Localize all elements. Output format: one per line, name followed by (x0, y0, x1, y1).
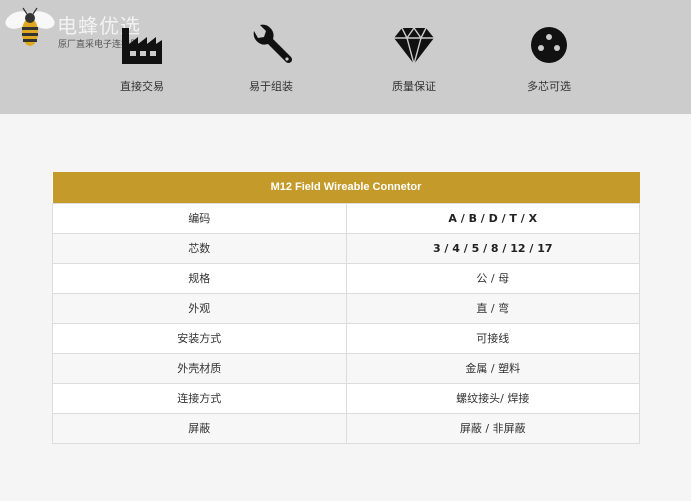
feature-label: 直接交易 (120, 80, 164, 93)
feature-label: 质量保证 (392, 80, 436, 93)
row-value: 直 / 弯 (345, 292, 640, 324)
feature-banner: 电蜂优选 原厂直采电子连接器 直接交易 易于组装 质量保证 多芯可选 (0, 0, 691, 114)
row-label: 规格 (52, 262, 347, 294)
row-value: 屏蔽 / 非屏蔽 (345, 412, 640, 444)
row-value: A / B / D / T / X (345, 202, 640, 234)
row-label: 芯数 (52, 232, 347, 264)
row-label: 外壳材质 (52, 352, 347, 384)
table-title: M12 Field Wireable Connetor (52, 172, 640, 203)
spec-table: M12 Field Wireable Connetor 编码 A / B / D… (52, 172, 640, 444)
table-row: 安装方式 可接线 (52, 322, 640, 354)
table-row: 规格 公 / 母 (52, 262, 640, 294)
bee-logo-icon (5, 7, 55, 46)
row-value: 公 / 母 (345, 262, 640, 294)
row-label: 安装方式 (52, 322, 347, 354)
row-label: 编码 (52, 202, 347, 234)
table-row: 编码 A / B / D / T / X (52, 202, 640, 234)
table-row: 芯数 3 / 4 / 5 / 8 / 12 / 17 (52, 232, 640, 264)
diamond-icon (394, 26, 434, 66)
row-label: 外观 (52, 292, 347, 324)
row-value: 金属 / 塑料 (345, 352, 640, 384)
feature-label: 易于组装 (249, 80, 293, 93)
feature-easy-assembly: 易于组装 (226, 24, 316, 94)
feature-label: 多芯可选 (527, 80, 571, 93)
table-row: 外观 直 / 弯 (52, 292, 640, 324)
table-row: 屏蔽 屏蔽 / 非屏蔽 (52, 412, 640, 444)
feature-quality: 质量保证 (369, 24, 459, 94)
factory-icon (122, 28, 162, 64)
connector-pins-icon (531, 27, 567, 63)
table-row: 连接方式 螺纹接头/ 焊接 (52, 382, 640, 414)
feature-direct-trade: 直接交易 (97, 24, 187, 94)
wrench-icon (253, 24, 293, 64)
row-value: 可接线 (345, 322, 640, 354)
feature-multi-core: 多芯可选 (504, 24, 594, 94)
table-header-row: M12 Field Wireable Connetor (52, 172, 640, 203)
row-value: 3 / 4 / 5 / 8 / 12 / 17 (345, 232, 640, 264)
table-row: 外壳材质 金属 / 塑料 (52, 352, 640, 384)
row-value: 螺纹接头/ 焊接 (345, 382, 640, 414)
row-label: 连接方式 (52, 382, 347, 414)
row-label: 屏蔽 (52, 412, 347, 444)
